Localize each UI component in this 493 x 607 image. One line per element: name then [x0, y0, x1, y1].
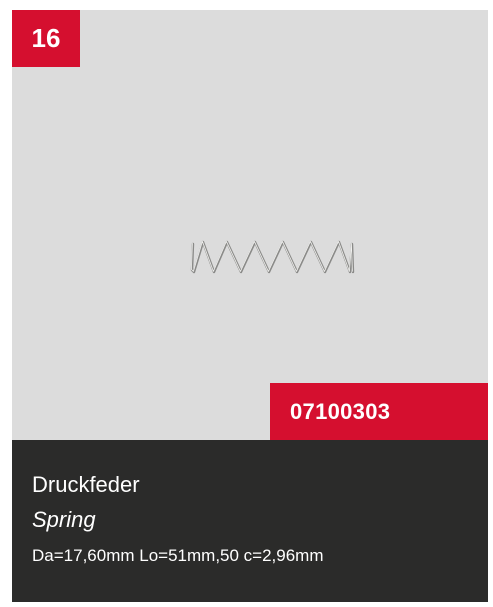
product-card[interactable]: 16 07100303 Druckfeder Spring Da=17,60mm… [12, 10, 488, 602]
product-image-area: 16 07100303 [12, 10, 488, 440]
position-number-badge: 16 [12, 10, 80, 67]
compression-spring-icon [190, 240, 355, 274]
product-specifications: Da=17,60mm Lo=51mm,50 c=2,96mm [32, 546, 324, 565]
position-number: 16 [31, 23, 61, 53]
product-name-german: Druckfeder [32, 472, 140, 497]
article-number: 07100303 [290, 398, 391, 424]
product-info-panel: Druckfeder Spring Da=17,60mm Lo=51mm,50 … [12, 440, 488, 602]
article-number-badge: 07100303 [270, 383, 488, 440]
product-name-english: Spring [32, 507, 96, 532]
